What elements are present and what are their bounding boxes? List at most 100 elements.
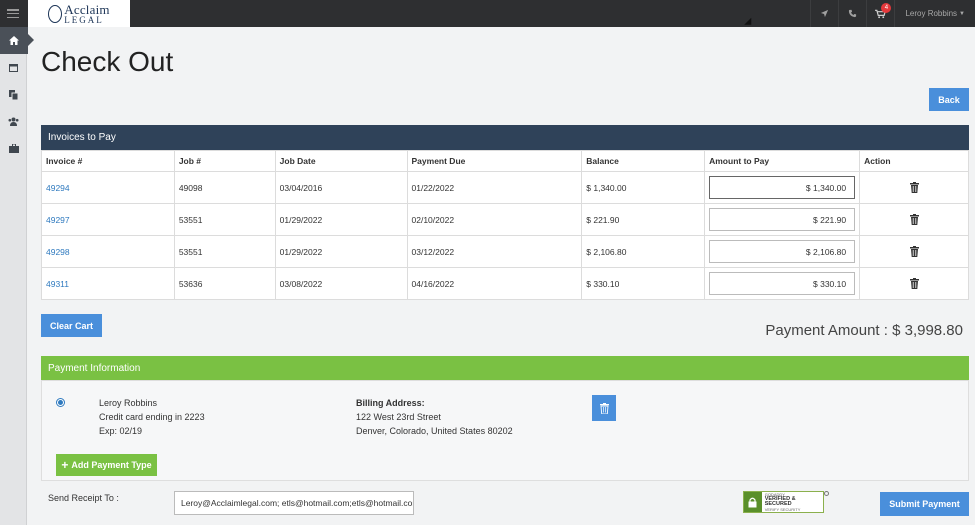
amount-cell — [704, 203, 861, 236]
billing-address: Billing Address: 122 West 23rd Street De… — [356, 396, 513, 438]
job-date: 01/29/2022 — [274, 203, 408, 236]
sidebar — [0, 27, 34, 525]
sidebar-item-users[interactable] — [0, 108, 27, 135]
sidebar-item-documents[interactable] — [0, 81, 27, 108]
phone-icon[interactable] — [838, 0, 866, 27]
delete-invoice-button[interactable] — [864, 278, 964, 289]
user-name: Leroy Robbins — [905, 9, 958, 18]
trash-icon — [909, 214, 919, 225]
logo-mark-icon — [48, 4, 63, 23]
card-details: Leroy Robbins Credit card ending in 2223… — [99, 396, 205, 438]
table-row: 49294 49098 03/04/2016 01/22/2022 $ 1,34… — [41, 171, 969, 204]
location-arrow-icon[interactable] — [810, 0, 838, 27]
payment-amount-total: Payment Amount : $ 3,998.80 — [765, 322, 963, 339]
billing-address-line2: Denver, Colorado, United States 80202 — [356, 426, 513, 436]
trash-icon — [909, 182, 919, 193]
delete-payment-method-button[interactable] — [592, 395, 616, 421]
payment-due: 03/12/2022 — [406, 235, 583, 268]
column-header-invoice[interactable]: Invoice # — [41, 150, 175, 172]
seal-subtitle: VERIFY SECURITY — [764, 506, 801, 512]
sidebar-item-briefcase[interactable] — [0, 135, 27, 162]
cardholder-name: Leroy Robbins — [99, 398, 158, 408]
send-receipt-input[interactable] — [174, 491, 414, 515]
sidebar-item-calendar[interactable] — [0, 54, 27, 81]
amount-to-pay-input[interactable] — [709, 208, 856, 231]
delete-invoice-button[interactable] — [864, 214, 964, 225]
column-header-action: Action — [859, 150, 969, 172]
table-row: 49311 53636 03/08/2022 04/16/2022 $ 330.… — [41, 267, 969, 300]
invoice-link[interactable]: 49311 — [41, 267, 175, 300]
amount-to-pay-input[interactable] — [709, 272, 856, 295]
padlock-icon — [744, 492, 762, 512]
invoice-link[interactable]: 49297 — [41, 203, 175, 236]
payment-panel-heading: Payment Information — [41, 356, 969, 381]
calendar-icon — [9, 64, 18, 72]
menu-toggle-icon[interactable] — [7, 9, 19, 18]
amount-to-pay-input[interactable] — [709, 240, 856, 263]
amount-cell — [704, 235, 861, 268]
action-cell — [859, 235, 969, 268]
action-cell — [859, 203, 969, 236]
column-header-payment-due[interactable]: Payment Due — [406, 150, 583, 172]
trash-icon — [599, 402, 609, 414]
action-cell — [859, 267, 969, 300]
trash-icon — [909, 246, 919, 257]
amount-to-pay-input[interactable] — [709, 176, 856, 199]
logo-text-secondary: LEGAL — [64, 14, 104, 25]
job-number: 53551 — [173, 203, 276, 236]
top-navbar: Acclaim LEGAL 4 Leroy Robbins ▼ — [0, 0, 975, 27]
table-row: 49297 53551 01/29/2022 02/10/2022 $ 221.… — [41, 203, 969, 236]
add-payment-type-label: Add Payment Type — [71, 460, 152, 470]
billing-address-label: Billing Address: — [356, 398, 425, 408]
column-header-balance[interactable]: Balance — [581, 150, 706, 172]
seal-title: VERIFIED & SECURED — [764, 495, 796, 507]
billing-address-line1: 122 West 23rd Street — [356, 412, 441, 422]
balance: $ 330.10 — [581, 267, 706, 300]
clear-cart-button[interactable]: Clear Cart — [41, 314, 102, 337]
column-header-job[interactable]: Job # — [173, 150, 276, 172]
payment-panel-body: Leroy Robbins Credit card ending in 2223… — [41, 380, 969, 481]
user-menu[interactable]: Leroy Robbins ▼ — [894, 0, 975, 27]
add-payment-type-button[interactable]: + Add Payment Type — [56, 454, 157, 476]
job-number: 53636 — [173, 267, 276, 300]
column-header-amount-to-pay[interactable]: Amount to Pay — [704, 150, 861, 172]
card-ending: Credit card ending in 2223 — [99, 412, 205, 422]
home-icon — [9, 36, 19, 45]
amount-cell — [704, 267, 861, 300]
job-date: 03/04/2016 — [274, 171, 408, 204]
balance: $ 1,340.00 — [581, 171, 706, 204]
balance: $ 221.90 — [581, 203, 706, 236]
briefcase-icon — [8, 144, 19, 153]
documents-icon — [9, 89, 18, 100]
back-button[interactable]: Back — [929, 88, 969, 111]
payment-due: 02/10/2022 — [406, 203, 583, 236]
card-expiry: Exp: 02/19 — [99, 426, 143, 436]
plus-icon: + — [61, 458, 69, 472]
job-number: 49098 — [173, 171, 276, 204]
cart-icon[interactable]: 4 — [866, 0, 894, 27]
job-date: 01/29/2022 — [274, 235, 408, 268]
invoices-panel-heading: Invoices to Pay — [41, 125, 969, 150]
delete-invoice-button[interactable] — [864, 246, 964, 257]
payment-method-radio[interactable] — [56, 398, 65, 407]
job-number: 53551 — [173, 235, 276, 268]
cart-count-badge: 4 — [881, 3, 892, 13]
security-seal[interactable]: GODADDY VERIFIED & SECURED VERIFY SECURI… — [743, 491, 824, 513]
payment-due: 04/16/2022 — [406, 267, 583, 300]
amount-cell — [704, 171, 861, 204]
users-icon — [8, 117, 19, 126]
page-title: Check Out — [41, 46, 174, 77]
action-cell — [859, 171, 969, 204]
column-header-job-date[interactable]: Job Date — [274, 150, 408, 172]
app-logo[interactable]: Acclaim LEGAL — [28, 0, 130, 27]
logo-text-primary: Acclaim — [64, 1, 110, 17]
delete-invoice-button[interactable] — [864, 182, 964, 193]
invoices-table: Invoice # Job # Job Date Payment Due Bal… — [41, 150, 969, 300]
job-date: 03/08/2022 — [274, 267, 408, 300]
sidebar-item-home[interactable] — [0, 27, 34, 54]
invoice-link[interactable]: 49298 — [41, 235, 175, 268]
send-receipt-label: Send Receipt To : — [48, 493, 119, 503]
submit-payment-button[interactable]: Submit Payment — [880, 492, 969, 516]
invoice-link[interactable]: 49294 — [41, 171, 175, 204]
caret-down-icon: ▼ — [959, 10, 965, 17]
